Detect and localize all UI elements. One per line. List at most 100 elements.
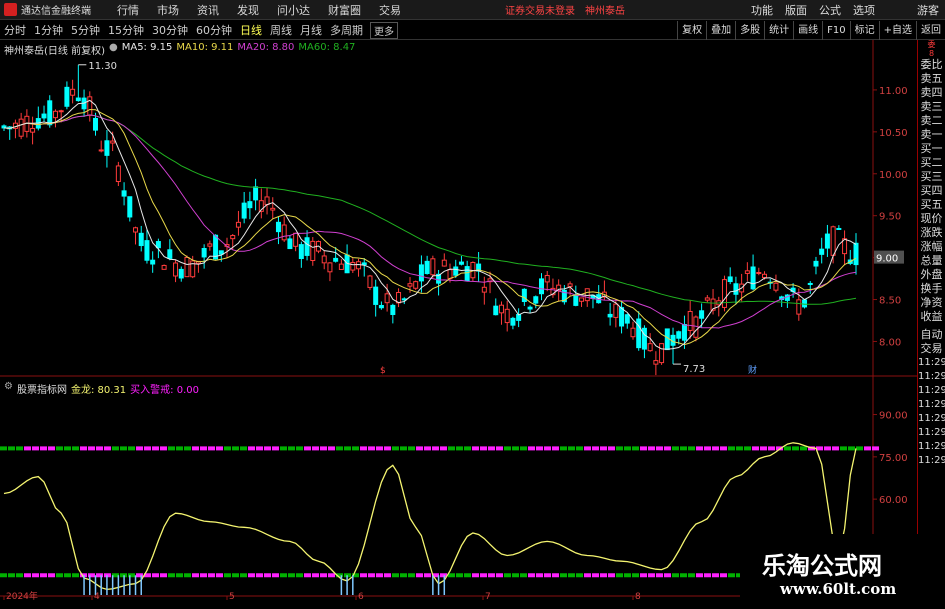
side-top-red-1: 委 xyxy=(927,40,936,49)
lower-signal-band xyxy=(416,573,423,578)
high-price-label: 11.30 xyxy=(88,61,117,72)
upper-signal-band xyxy=(408,446,415,451)
indicator-name[interactable]: 股票指标网 xyxy=(17,381,67,396)
candle-body xyxy=(441,259,447,267)
candle-body xyxy=(390,304,396,315)
candle-body xyxy=(521,288,527,303)
candle-body xyxy=(453,266,459,276)
menu-item-discover[interactable]: 发现 xyxy=(228,2,268,18)
tab-monthly[interactable]: 月线 xyxy=(296,22,326,38)
stats-button[interactable]: 统计 xyxy=(764,21,793,40)
upper-signal-band xyxy=(728,446,735,451)
candle-body xyxy=(533,296,539,304)
candle-body xyxy=(807,282,813,285)
adjust-button[interactable]: 复权 xyxy=(677,21,706,40)
upper-signal-band xyxy=(272,446,279,451)
upper-signal-band xyxy=(592,446,599,451)
multi-stock-button[interactable]: 多股 xyxy=(735,21,764,40)
side-item-6: 买一 xyxy=(920,142,943,155)
candle-body xyxy=(447,269,453,280)
mark-button[interactable]: 标记 xyxy=(849,21,879,40)
indicator-settings-icon[interactable]: ⚙ xyxy=(4,381,13,396)
candle-body xyxy=(430,258,436,276)
lower-signal-band xyxy=(632,573,639,578)
upper-signal-band xyxy=(320,446,327,451)
candle-body xyxy=(47,100,53,126)
menu-item-trade[interactable]: 交易 xyxy=(370,2,410,18)
candle-body xyxy=(544,274,550,283)
upper-signal-band xyxy=(760,446,767,451)
guest-label[interactable]: 游客 xyxy=(911,2,945,18)
candle-body xyxy=(30,127,36,133)
tab-weekly[interactable]: 周线 xyxy=(266,22,296,38)
candle-body xyxy=(733,283,739,295)
draw-line-button[interactable]: 画线 xyxy=(793,21,822,40)
overlay-button[interactable]: 叠加 xyxy=(706,21,735,40)
lower-signal-band xyxy=(320,573,327,578)
menu-item-quotes[interactable]: 行情 xyxy=(108,2,148,18)
upper-signal-band xyxy=(32,446,39,451)
login-status[interactable]: 证券交易未登录 xyxy=(500,2,580,17)
stock-title[interactable]: 神州泰岳(日线 前复权) xyxy=(4,42,105,57)
tab-intraday[interactable]: 分时 xyxy=(0,22,30,38)
menu-function[interactable]: 功能 xyxy=(745,2,779,18)
auto-trade-label-2[interactable]: 交易 xyxy=(918,342,945,356)
upper-signal-band xyxy=(624,446,631,451)
upper-signal-band xyxy=(88,446,95,451)
lower-signal-band xyxy=(480,573,487,578)
candle-body xyxy=(510,317,516,326)
upper-signal-band xyxy=(560,446,567,451)
menu-item-ask[interactable]: 问小达 xyxy=(268,2,319,18)
tab-multi-period[interactable]: 多周期 xyxy=(326,22,367,38)
candle-body xyxy=(144,240,150,261)
candle-body xyxy=(687,311,693,331)
tab-5min[interactable]: 5分钟 xyxy=(67,22,104,38)
upper-signal-band xyxy=(536,446,543,451)
upper-signal-band xyxy=(640,446,647,451)
candle-body xyxy=(321,255,327,264)
candle-body xyxy=(504,308,510,324)
more-periods-button[interactable]: 更多 xyxy=(370,21,398,39)
menu-options[interactable]: 选项 xyxy=(847,2,881,18)
menu-item-market[interactable]: 市场 xyxy=(148,2,188,18)
candle-body xyxy=(161,264,167,270)
app-logo[interactable]: 通达信金融终端 xyxy=(0,2,108,17)
upper-signal-band xyxy=(752,446,759,451)
chart-area[interactable]: 11.00 10.50 10.00 9.50 9.00 8.50 8.00 90.00 75.0… xyxy=(0,40,917,600)
menu-item-news[interactable]: 资讯 xyxy=(188,2,228,18)
menu-formula[interactable]: 公式 xyxy=(813,2,847,18)
candle-body xyxy=(641,327,647,350)
price-tick-label: 8.00 xyxy=(879,337,901,348)
indicator-tick-label: 60.00 xyxy=(879,495,908,506)
settings-dot-icon[interactable]: ● xyxy=(109,42,118,57)
add-watchlist-button[interactable]: +自选 xyxy=(878,21,916,40)
tab-15min[interactable]: 15分钟 xyxy=(104,22,148,38)
tdx-logo-icon xyxy=(4,3,17,16)
upper-signal-band xyxy=(144,446,151,451)
upper-signal-band xyxy=(8,446,15,451)
f10-button[interactable]: F10 xyxy=(822,21,849,40)
upper-signal-band xyxy=(376,446,383,451)
upper-signal-band xyxy=(120,446,127,451)
tab-daily[interactable]: 日线 xyxy=(236,22,266,38)
candle-body xyxy=(98,149,104,152)
candle-body xyxy=(762,273,768,279)
upper-signal-band xyxy=(552,446,559,451)
lower-signal-band xyxy=(264,573,271,578)
tab-60min[interactable]: 60分钟 xyxy=(192,22,236,38)
back-button[interactable]: 返回 xyxy=(916,21,945,40)
candle-body xyxy=(750,266,756,290)
lower-signal-band xyxy=(640,573,647,578)
upper-signal-band xyxy=(208,446,215,451)
candle-body xyxy=(150,259,156,265)
menu-layout[interactable]: 版面 xyxy=(779,2,813,18)
auto-trade-label-1[interactable]: 自动 xyxy=(918,328,945,342)
candle-body xyxy=(413,281,419,289)
upper-signal-band xyxy=(472,446,479,451)
kline-chart[interactable]: 11.00 10.50 10.00 9.50 9.00 8.50 8.00 90.00 75.0… xyxy=(0,40,917,600)
candle-body xyxy=(630,327,636,338)
tab-30min[interactable]: 30分钟 xyxy=(148,22,192,38)
candle-body xyxy=(636,318,642,349)
menu-item-wealth[interactable]: 财富圈 xyxy=(319,2,370,18)
tab-1min[interactable]: 1分钟 xyxy=(30,22,67,38)
